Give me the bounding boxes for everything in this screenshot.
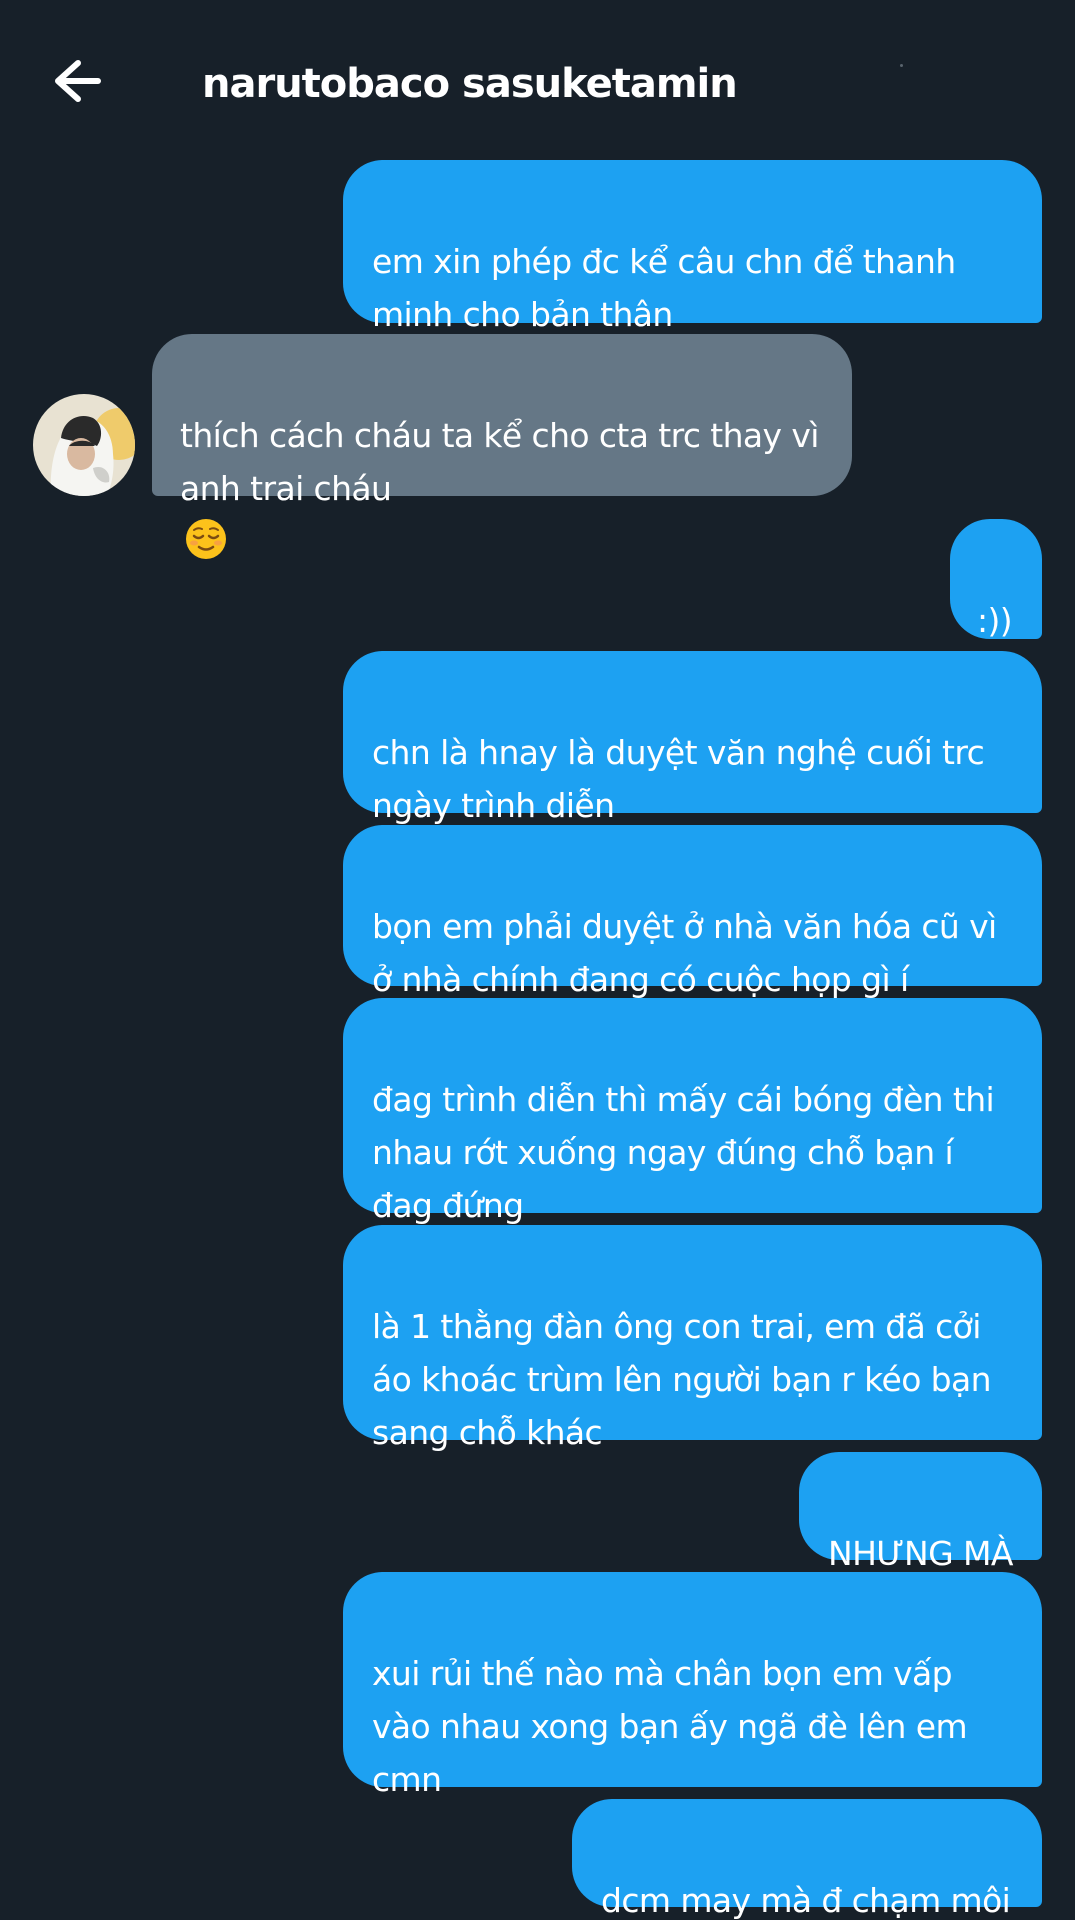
contact-avatar[interactable] [33,394,135,496]
avatar-image [33,394,135,496]
status-dot [900,64,903,67]
message-text: chn là hnay là duyệt văn nghệ cuối trc n… [372,733,985,825]
sent-message-bubble[interactable]: em xin phép đc kể câu chn để thanh minh … [343,160,1042,334]
message-text: thích cách cháu ta kể cho cta trc thay v… [180,416,819,508]
sent-message-bubble[interactable]: xui rủi thế nào mà chân bọn em vấp vào n… [343,1572,1042,1799]
sent-message-bubble[interactable]: đag trình diễn thì mấy cái bóng đèn thi … [343,998,1042,1225]
back-arrow-icon [55,60,101,102]
received-message-bubble[interactable]: thích cách cháu ta kể cho cta trc thay v… [152,334,852,559]
dm-conversation-screen: narutobaco sasuketamin em xin phép đc kể… [0,0,1075,1920]
sent-message-bubble[interactable]: :)) [950,519,1042,640]
message-text: :)) [977,601,1013,640]
message-text: đag trình diễn thì mấy cái bóng đèn thi … [372,1080,995,1225]
message-text: dcm may mà đ chạm môi [601,1881,1011,1920]
relieved-face-icon [186,519,226,559]
sent-message-bubble[interactable]: NHƯNG MÀ [799,1452,1042,1573]
conversation-header: narutobaco sasuketamin [0,0,1075,150]
sent-message-bubble[interactable]: là 1 thằng đàn ông con trai, em đã cởi á… [343,1225,1042,1452]
message-text: em xin phép đc kể câu chn để thanh minh … [372,242,956,334]
message-text: xui rủi thế nào mà chân bọn em vấp vào n… [372,1654,968,1799]
message-text: là 1 thằng đàn ông con trai, em đã cởi á… [372,1307,992,1452]
sent-message-bubble[interactable]: dcm may mà đ chạm môi [572,1799,1042,1920]
message-text: NHƯNG MÀ [828,1534,1013,1573]
back-button[interactable] [48,55,108,107]
sent-message-bubble[interactable]: chn là hnay là duyệt văn nghệ cuối trc n… [343,651,1042,825]
message-text: bọn em phải duyệt ở nhà văn hóa cũ vì ở … [372,907,997,999]
conversation-title[interactable]: narutobaco sasuketamin [202,58,738,110]
sent-message-bubble[interactable]: bọn em phải duyệt ở nhà văn hóa cũ vì ở … [343,825,1042,999]
